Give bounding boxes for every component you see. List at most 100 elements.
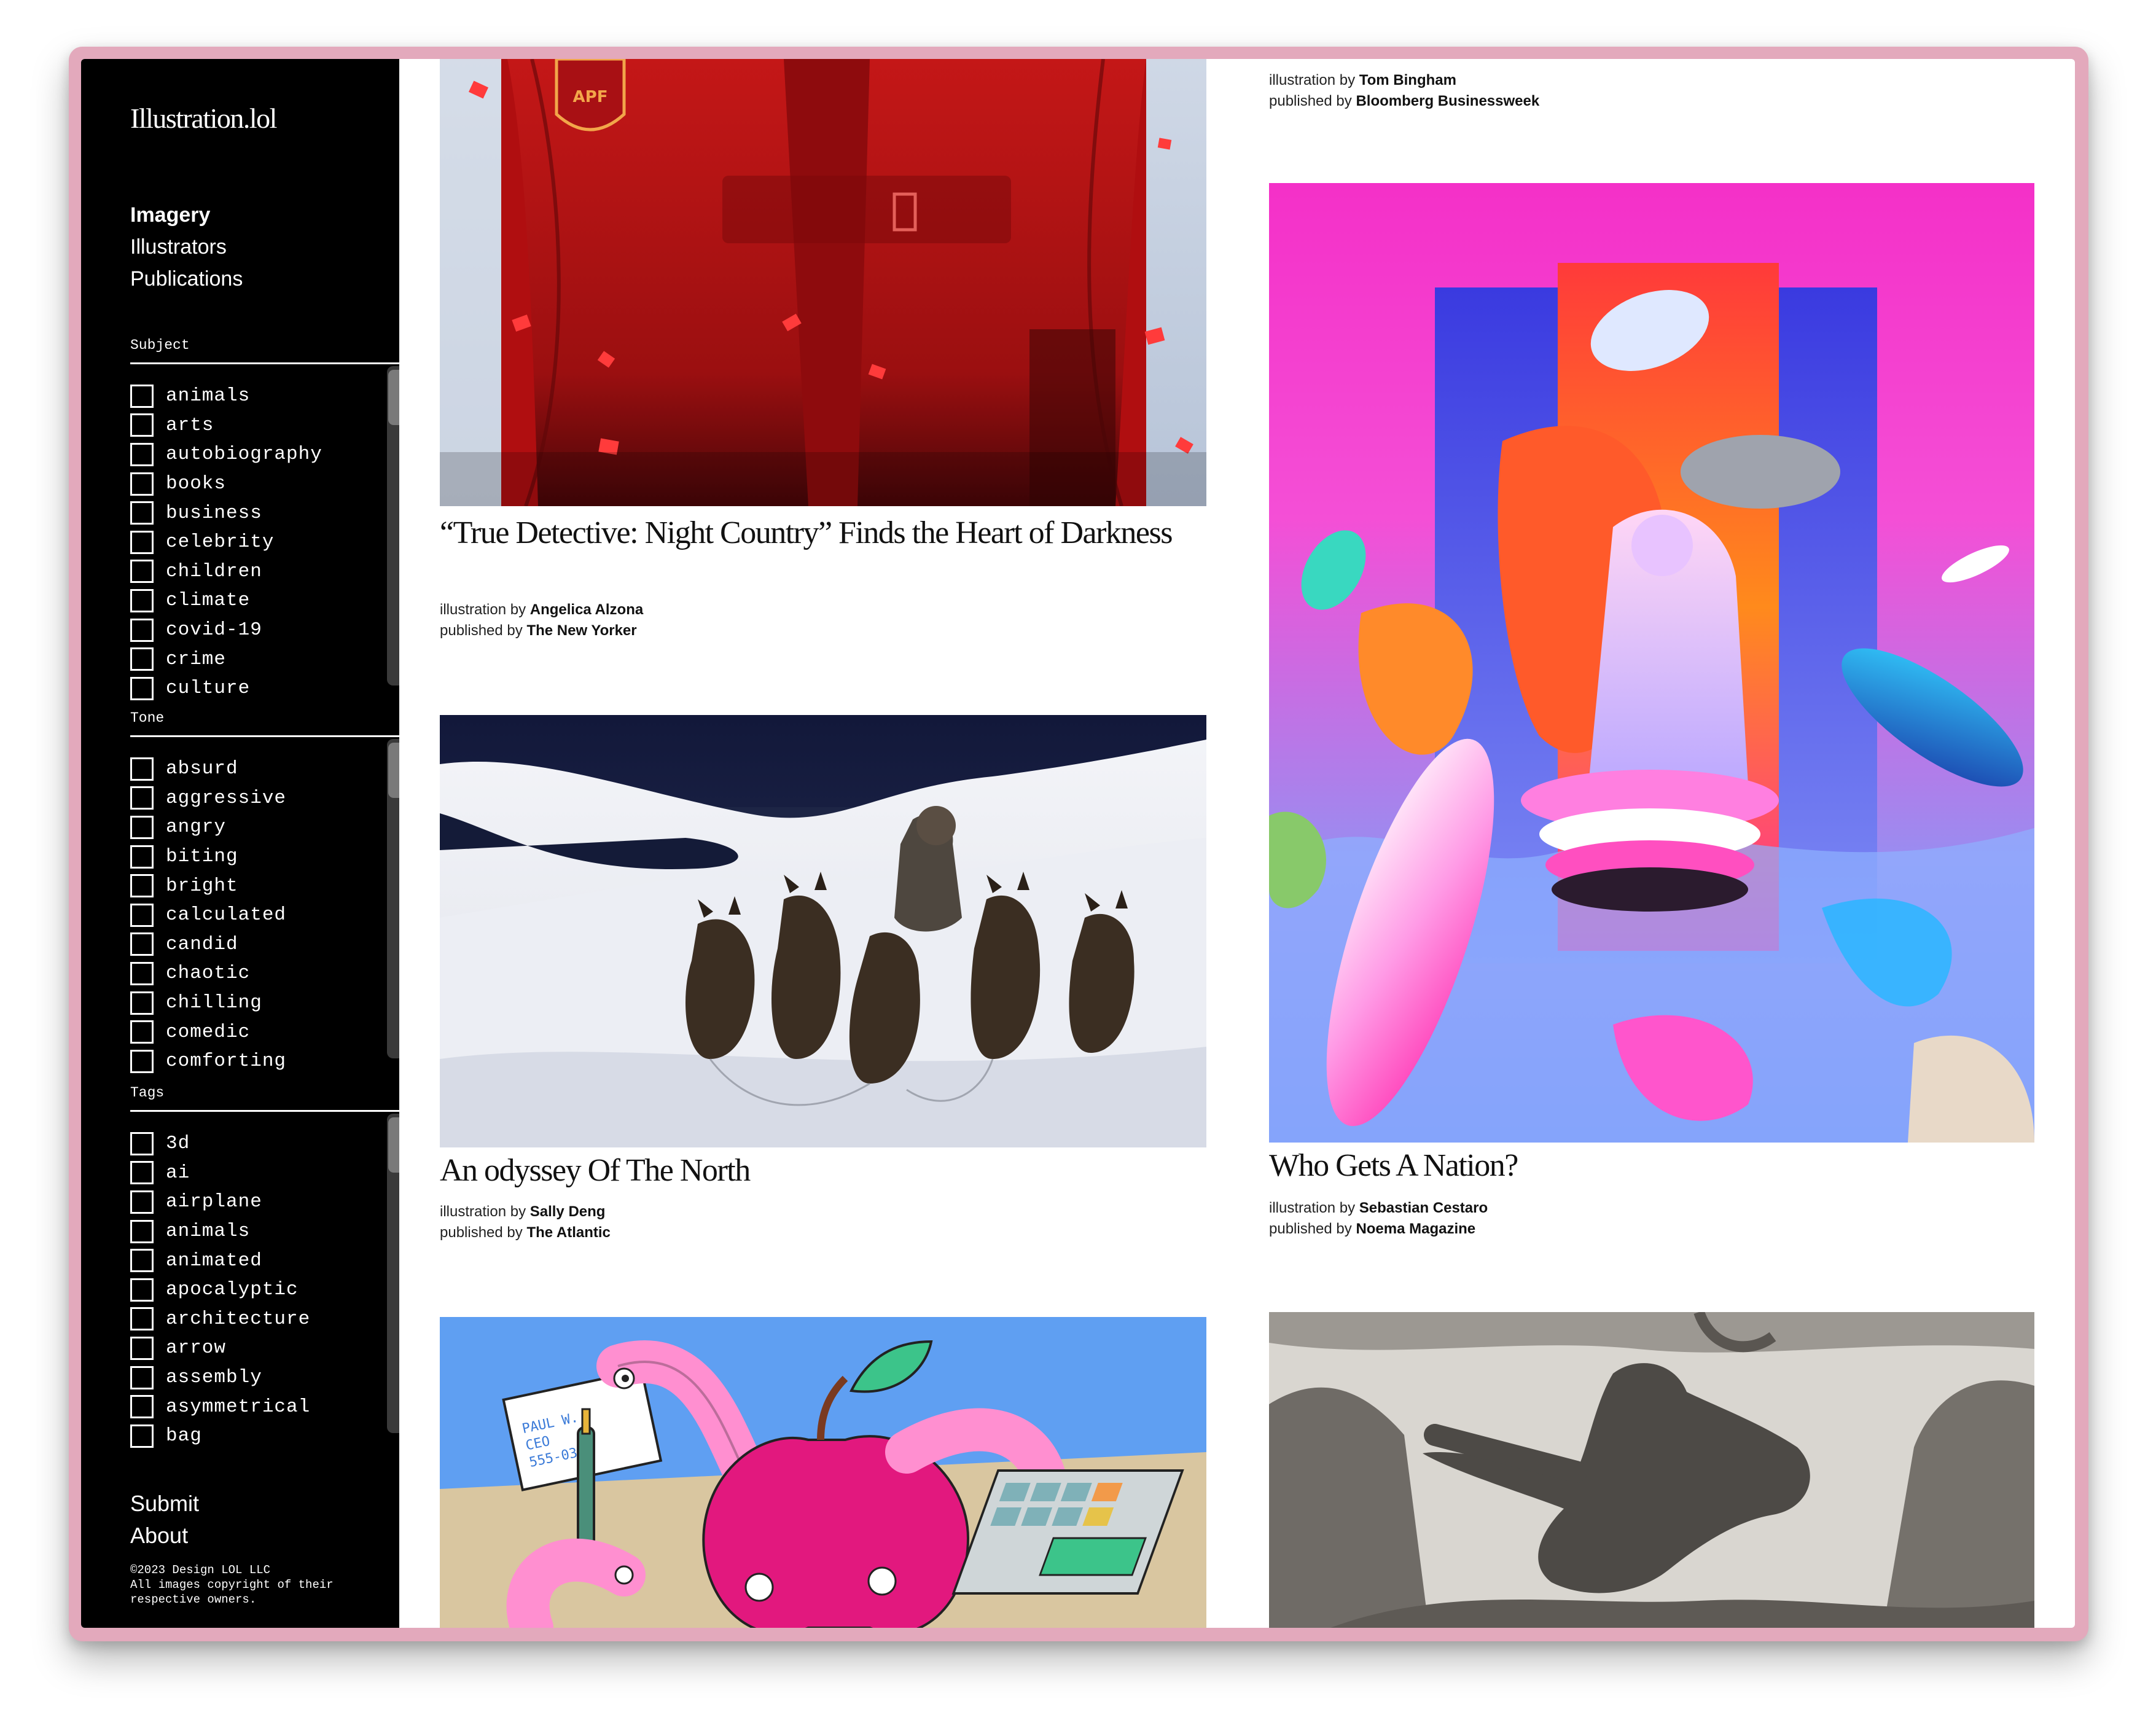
filter-option[interactable]: climate — [130, 586, 399, 615]
checkbox[interactable] — [130, 1336, 154, 1360]
nav-publications[interactable]: Publications — [130, 263, 243, 295]
checkbox[interactable] — [130, 1249, 154, 1273]
tone-option-label: calculated — [166, 904, 287, 926]
filter-option[interactable]: books — [130, 469, 399, 499]
filter-option[interactable]: business — [130, 498, 399, 528]
checkbox[interactable] — [130, 530, 154, 554]
checkbox[interactable] — [130, 501, 154, 525]
checkbox[interactable] — [130, 1278, 154, 1302]
sidebar: Illustration.lol Imagery Illustrators Pu… — [81, 59, 399, 1628]
filter-option[interactable]: airplane — [130, 1187, 399, 1217]
filter-option[interactable]: angry — [130, 813, 399, 842]
filter-option[interactable]: arrow — [130, 1334, 399, 1363]
tone-filter-list[interactable]: absurd aggressive angry biting bright calcula… — [130, 754, 399, 1075]
publication-link[interactable]: The New Yorker — [526, 622, 636, 639]
filter-option[interactable]: animated — [130, 1246, 399, 1275]
checkbox[interactable] — [130, 1049, 154, 1073]
filter-option[interactable]: comedic — [130, 1017, 399, 1047]
tags-scrollbar-thumb[interactable] — [388, 1117, 399, 1173]
checkbox[interactable] — [130, 903, 154, 927]
tone-option-label: candid — [166, 933, 238, 955]
checkbox[interactable] — [130, 874, 154, 898]
filter-option[interactable]: covid-19 — [130, 615, 399, 645]
checkbox[interactable] — [130, 1366, 154, 1389]
checkbox[interactable] — [130, 618, 154, 642]
filter-option[interactable]: calculated — [130, 901, 399, 930]
submit-link[interactable]: Submit — [130, 1488, 199, 1520]
about-link[interactable]: About — [130, 1520, 199, 1552]
subject-scrollbar-thumb[interactable] — [388, 370, 399, 425]
filter-option[interactable]: ai — [130, 1159, 399, 1188]
tag-option-label: arrow — [166, 1337, 227, 1359]
checkbox[interactable] — [130, 1020, 154, 1044]
filter-option[interactable]: children — [130, 557, 399, 587]
site-logo[interactable]: Illustration.lol — [130, 102, 277, 135]
filter-option[interactable]: apocalyptic — [130, 1275, 399, 1305]
checkbox[interactable] — [130, 442, 154, 466]
subject-filter-list[interactable]: animals arts autobiography books business cel… — [130, 381, 399, 702]
checkbox[interactable] — [130, 1131, 154, 1155]
card-title[interactable]: An odyssey Of The North — [440, 1151, 1201, 1190]
filter-option[interactable]: autobiography — [130, 440, 399, 469]
filter-option[interactable]: absurd — [130, 754, 399, 784]
checkbox[interactable] — [130, 413, 154, 437]
filter-option[interactable]: 3d — [130, 1129, 399, 1159]
illustrator-link[interactable]: Sebastian Cestaro — [1359, 1200, 1488, 1216]
publication-link[interactable]: The Atlantic — [526, 1224, 610, 1241]
publication-link[interactable]: Bloomberg Businessweek — [1356, 93, 1539, 109]
checkbox[interactable] — [130, 588, 154, 612]
filter-option[interactable]: biting — [130, 842, 399, 872]
checkbox[interactable] — [130, 786, 154, 810]
checkbox[interactable] — [130, 1424, 154, 1448]
subject-option-label: children — [166, 560, 262, 582]
filter-option[interactable]: candid — [130, 930, 399, 959]
checkbox[interactable] — [130, 1307, 154, 1331]
filter-option[interactable]: bright — [130, 871, 399, 901]
filter-option[interactable]: animals — [130, 381, 399, 411]
true-detective-image[interactable]: APF — [440, 59, 1206, 506]
shadow-image[interactable] — [1269, 1312, 2034, 1628]
apple-image[interactable]: PAUL W.CEO555-0342 — [440, 1317, 1206, 1628]
checkbox[interactable] — [130, 845, 154, 869]
filter-option[interactable]: arts — [130, 411, 399, 440]
filter-option[interactable]: culture — [130, 674, 399, 702]
nav-imagery[interactable]: Imagery — [130, 199, 243, 231]
filter-option[interactable]: assembly — [130, 1363, 399, 1393]
filter-option[interactable]: bag — [130, 1421, 399, 1450]
checkbox[interactable] — [130, 1395, 154, 1419]
illustrator-link[interactable]: Sally Deng — [530, 1203, 606, 1220]
checkbox[interactable] — [130, 961, 154, 985]
filter-option[interactable]: celebrity — [130, 528, 399, 557]
checkbox[interactable] — [130, 560, 154, 584]
illustrator-link[interactable]: Tom Bingham — [1359, 72, 1456, 88]
filter-option[interactable]: animals — [130, 1217, 399, 1246]
nation-image[interactable] — [1269, 183, 2034, 1143]
card-title[interactable]: “True Detective: Night Country” Finds th… — [440, 514, 1177, 553]
checkbox[interactable] — [130, 384, 154, 408]
nav-illustrators[interactable]: Illustrators — [130, 231, 243, 263]
checkbox[interactable] — [130, 676, 154, 700]
checkbox[interactable] — [130, 1190, 154, 1214]
illustration-by-label: illustration by — [440, 601, 526, 618]
filter-option[interactable]: aggressive — [130, 784, 399, 813]
checkbox[interactable] — [130, 991, 154, 1015]
card-title[interactable]: Who Gets A Nation? — [1269, 1146, 2031, 1186]
filter-option[interactable]: chilling — [130, 988, 399, 1018]
checkbox[interactable] — [130, 757, 154, 781]
publication-link[interactable]: Noema Magazine — [1356, 1221, 1475, 1237]
filter-option[interactable]: asymmetrical — [130, 1392, 399, 1421]
checkbox[interactable] — [130, 472, 154, 496]
filter-option[interactable]: chaotic — [130, 959, 399, 988]
checkbox[interactable] — [130, 1161, 154, 1185]
filter-option[interactable]: crime — [130, 644, 399, 674]
checkbox[interactable] — [130, 647, 154, 671]
filter-option[interactable]: architecture — [130, 1305, 399, 1334]
checkbox[interactable] — [130, 815, 154, 839]
tone-scrollbar-thumb[interactable] — [388, 743, 399, 798]
tags-filter-list[interactable]: 3d ai airplane animals animated apocalyptic ar… — [130, 1129, 399, 1450]
illustrator-link[interactable]: Angelica Alzona — [530, 601, 643, 618]
filter-option[interactable]: comforting — [130, 1047, 399, 1075]
checkbox[interactable] — [130, 932, 154, 956]
checkbox[interactable] — [130, 1219, 154, 1243]
odyssey-image[interactable] — [440, 715, 1206, 1147]
